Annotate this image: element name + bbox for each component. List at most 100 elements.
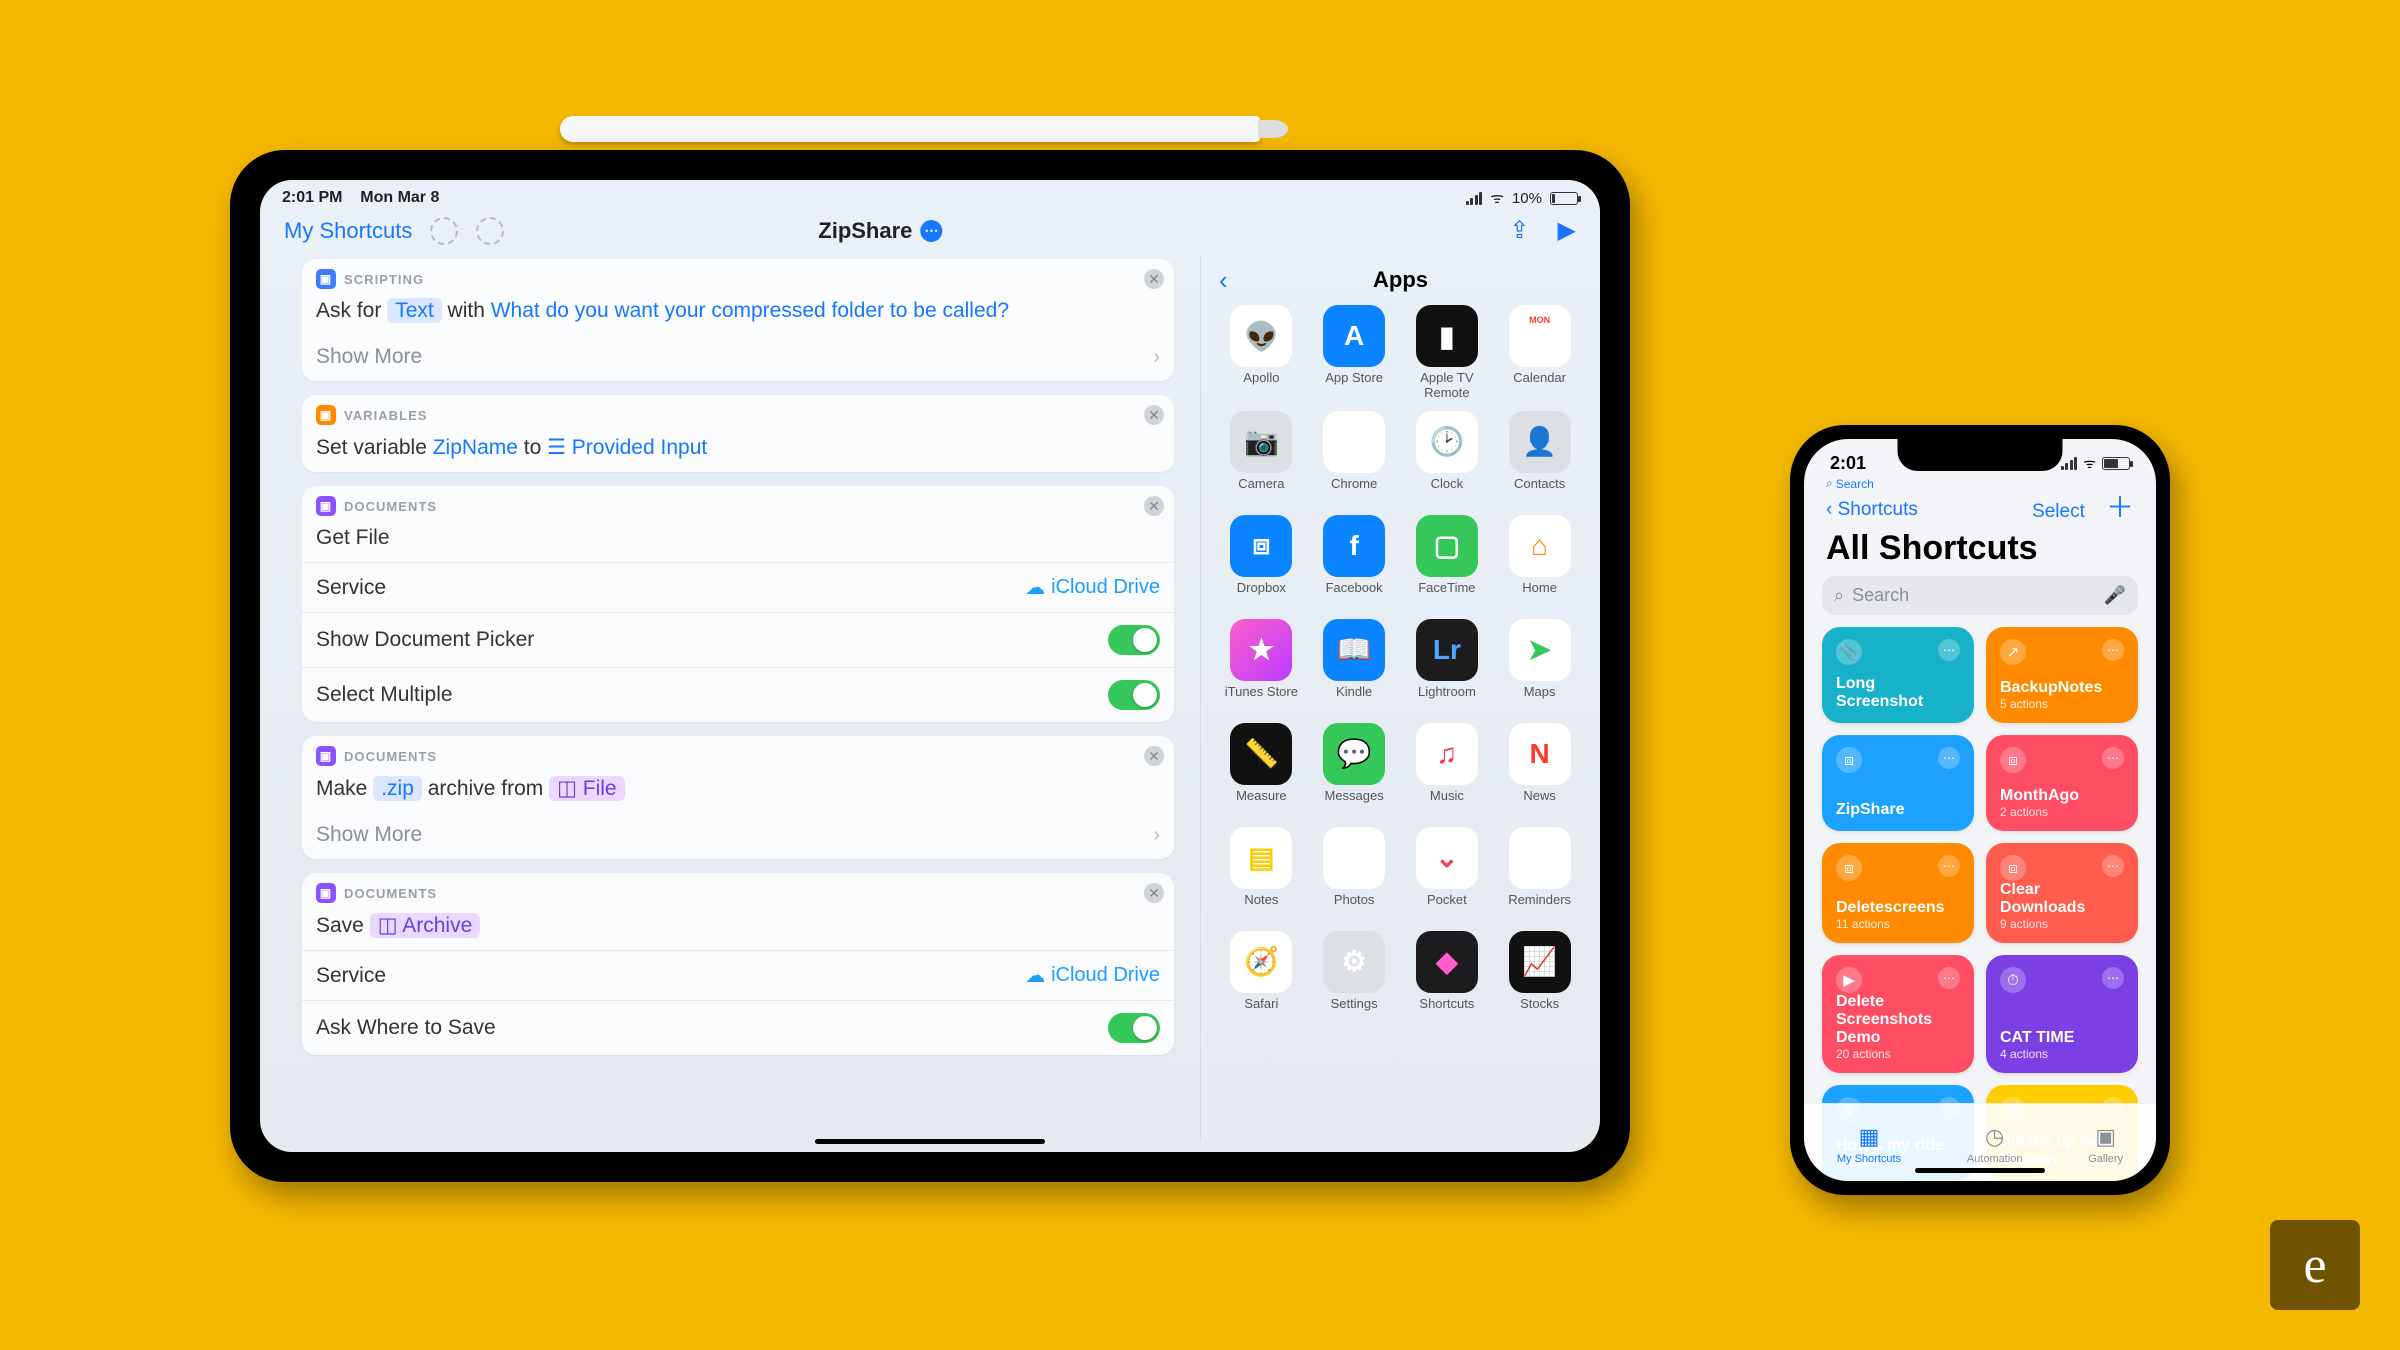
action-param-row[interactable]: Service☁ iCloud Drive bbox=[302, 950, 1174, 1000]
app-label: Kindle bbox=[1336, 685, 1372, 713]
action-kind-label: VARIABLES bbox=[344, 408, 428, 423]
show-more-button[interactable]: Show More› bbox=[302, 813, 1174, 859]
spotlight-search-link[interactable]: ⌕ Search bbox=[1804, 474, 2156, 491]
show-more-button[interactable]: Show More› bbox=[302, 335, 1174, 381]
action-line[interactable]: Set variable ZipName to ☰ Provided Input bbox=[302, 427, 1174, 472]
action-card[interactable]: ✕ ▣SCRIPTINGAsk for Text with What do yo… bbox=[302, 259, 1174, 381]
app-item[interactable]: ⌂ Home bbox=[1493, 515, 1586, 609]
app-item[interactable]: ⚙ Settings bbox=[1308, 931, 1401, 1025]
home-indicator[interactable] bbox=[815, 1139, 1045, 1144]
param-label: Service bbox=[316, 576, 386, 600]
app-item[interactable]: ▮ Apple TV Remote bbox=[1401, 305, 1494, 401]
cloud-icon[interactable]: ☁ iCloud Drive bbox=[1025, 575, 1160, 600]
app-item[interactable]: 🕑 Clock bbox=[1401, 411, 1494, 505]
action-param-row[interactable]: Ask Where to Save bbox=[302, 1000, 1174, 1055]
app-label: News bbox=[1523, 789, 1556, 817]
app-item[interactable]: 📖 Kindle bbox=[1308, 619, 1401, 713]
close-icon[interactable]: ✕ bbox=[1144, 883, 1164, 903]
action-card[interactable]: ✕ ▣DOCUMENTSMake .zip archive from ◫ Fil… bbox=[302, 736, 1174, 859]
shortcut-tile[interactable]: ⧈⋯ Deletescreens 11 actions bbox=[1822, 843, 1974, 943]
undo-button[interactable] bbox=[430, 217, 458, 245]
action-line[interactable]: Ask for Text with What do you want your … bbox=[302, 291, 1174, 335]
home-indicator[interactable] bbox=[1915, 1168, 2045, 1173]
add-button[interactable]: ＋ bbox=[2106, 492, 2134, 523]
toggle-switch[interactable] bbox=[1108, 625, 1160, 655]
shortcut-tile[interactable]: ⏱⋯ CAT TIME 4 actions bbox=[1986, 955, 2138, 1073]
action-line[interactable]: Make .zip archive from ◫ File bbox=[302, 768, 1174, 813]
action-param-row[interactable]: Show Document Picker bbox=[302, 612, 1174, 667]
app-item[interactable]: 👤 Contacts bbox=[1493, 411, 1586, 505]
shortcut-tile[interactable]: 📎⋯ Long Screenshot bbox=[1822, 627, 1974, 723]
app-item[interactable]: ✿ Photos bbox=[1308, 827, 1401, 921]
notch bbox=[1898, 439, 2063, 471]
action-card[interactable]: ✕ ▣DOCUMENTSGet FileService☁ iCloud Driv… bbox=[302, 486, 1174, 722]
close-icon[interactable]: ✕ bbox=[1144, 405, 1164, 425]
tile-more-icon[interactable]: ⋯ bbox=[2102, 639, 2124, 661]
tile-more-icon[interactable]: ⋯ bbox=[1938, 855, 1960, 877]
action-param-row[interactable]: Service ☁ iCloud Drive bbox=[302, 562, 1174, 612]
tile-more-icon[interactable]: ⋯ bbox=[1938, 639, 1960, 661]
app-label: App Store bbox=[1325, 371, 1383, 399]
close-icon[interactable]: ✕ bbox=[1144, 269, 1164, 289]
mic-icon[interactable]: 🎤 bbox=[2104, 585, 2126, 606]
shortcut-tile[interactable]: ⧈⋯ Clear Downloads 9 actions bbox=[1986, 843, 2138, 943]
app-item[interactable]: 👽 Apollo bbox=[1215, 305, 1308, 401]
action-line[interactable]: Save ◫ Archive bbox=[302, 905, 1174, 950]
app-item[interactable]: ⌄ Pocket bbox=[1401, 827, 1494, 921]
run-icon[interactable]: ▶ bbox=[1558, 216, 1576, 245]
app-label: Pocket bbox=[1427, 893, 1467, 921]
share-icon[interactable]: ⇪ bbox=[1509, 216, 1529, 245]
shortcut-icon: ⧈ bbox=[1836, 855, 1862, 881]
app-item[interactable]: 💬 Messages bbox=[1308, 723, 1401, 817]
app-item[interactable]: N News bbox=[1493, 723, 1586, 817]
title-more-icon[interactable]: ⋯ bbox=[920, 220, 942, 242]
back-button[interactable]: My Shortcuts bbox=[284, 218, 412, 244]
redo-button[interactable] bbox=[476, 217, 504, 245]
tab-automation[interactable]: ◷Automation bbox=[1967, 1124, 2023, 1165]
tab-label: My Shortcuts bbox=[1837, 1153, 1901, 1165]
app-item[interactable]: ★ iTunes Store bbox=[1215, 619, 1308, 713]
app-item[interactable]: ▢ FaceTime bbox=[1401, 515, 1494, 609]
toggle-switch[interactable] bbox=[1108, 680, 1160, 710]
app-item[interactable]: ◉ Chrome bbox=[1308, 411, 1401, 505]
tile-more-icon[interactable]: ⋯ bbox=[2102, 855, 2124, 877]
app-item[interactable]: 🧭 Safari bbox=[1215, 931, 1308, 1025]
search-input[interactable]: ⌕ Search 🎤 bbox=[1822, 576, 2138, 615]
tile-more-icon[interactable]: ⋯ bbox=[1938, 967, 1960, 989]
app-item[interactable]: A App Store bbox=[1308, 305, 1401, 401]
action-card[interactable]: ✕ ▣DOCUMENTSSave ◫ ArchiveService☁ iClou… bbox=[302, 873, 1174, 1055]
cloud-icon[interactable]: ☁ iCloud Drive bbox=[1025, 963, 1160, 988]
tile-more-icon[interactable]: ⋯ bbox=[2102, 967, 2124, 989]
app-item[interactable]: ♫ Music bbox=[1401, 723, 1494, 817]
app-item[interactable]: ▤ Notes bbox=[1215, 827, 1308, 921]
toggle-switch[interactable] bbox=[1108, 1013, 1160, 1043]
close-icon[interactable]: ✕ bbox=[1144, 496, 1164, 516]
app-item[interactable]: MON8 Calendar bbox=[1493, 305, 1586, 401]
shortcut-tile[interactable]: ▶⋯ Delete Screenshots Demo 20 actions bbox=[1822, 955, 1974, 1073]
app-item[interactable]: 📏 Measure bbox=[1215, 723, 1308, 817]
action-card[interactable]: ✕ ▣VARIABLESSet variable ZipName to ☰ Pr… bbox=[302, 395, 1174, 472]
tab-gallery[interactable]: ▣Gallery bbox=[2088, 1124, 2123, 1165]
app-item[interactable]: f Facebook bbox=[1308, 515, 1401, 609]
tile-more-icon[interactable]: ⋯ bbox=[2102, 747, 2124, 769]
tile-more-icon[interactable]: ⋯ bbox=[1938, 747, 1960, 769]
action-param-row[interactable]: Select Multiple bbox=[302, 667, 1174, 722]
sidebar-back-icon[interactable]: ‹ bbox=[1219, 265, 1228, 296]
shortcut-tile[interactable]: ↗⋯ BackupNotes 5 actions bbox=[1986, 627, 2138, 723]
action-type-icon: ▣ bbox=[316, 883, 336, 903]
app-item[interactable]: Lr Lightroom bbox=[1401, 619, 1494, 713]
app-item[interactable]: 📷 Camera bbox=[1215, 411, 1308, 505]
shortcut-tile[interactable]: ⧈⋯ MonthAgo 2 actions bbox=[1986, 735, 2138, 831]
shortcut-tile[interactable]: ⧈⋯ ZipShare bbox=[1822, 735, 1974, 831]
select-button[interactable]: Select bbox=[2032, 501, 2085, 522]
tab-my-shortcuts[interactable]: ▦My Shortcuts bbox=[1837, 1124, 1901, 1165]
close-icon[interactable]: ✕ bbox=[1144, 746, 1164, 766]
app-item[interactable]: 📈 Stocks bbox=[1493, 931, 1586, 1025]
action-type-icon: ▣ bbox=[316, 496, 336, 516]
phone-back-button[interactable]: ‹ Shortcuts bbox=[1826, 499, 1918, 521]
app-item[interactable]: ➤ Maps bbox=[1493, 619, 1586, 713]
action-kind-label: DOCUMENTS bbox=[344, 499, 437, 514]
app-item[interactable]: ◆ Shortcuts bbox=[1401, 931, 1494, 1025]
app-item[interactable]: ≣ Reminders bbox=[1493, 827, 1586, 921]
app-item[interactable]: ⧈ Dropbox bbox=[1215, 515, 1308, 609]
